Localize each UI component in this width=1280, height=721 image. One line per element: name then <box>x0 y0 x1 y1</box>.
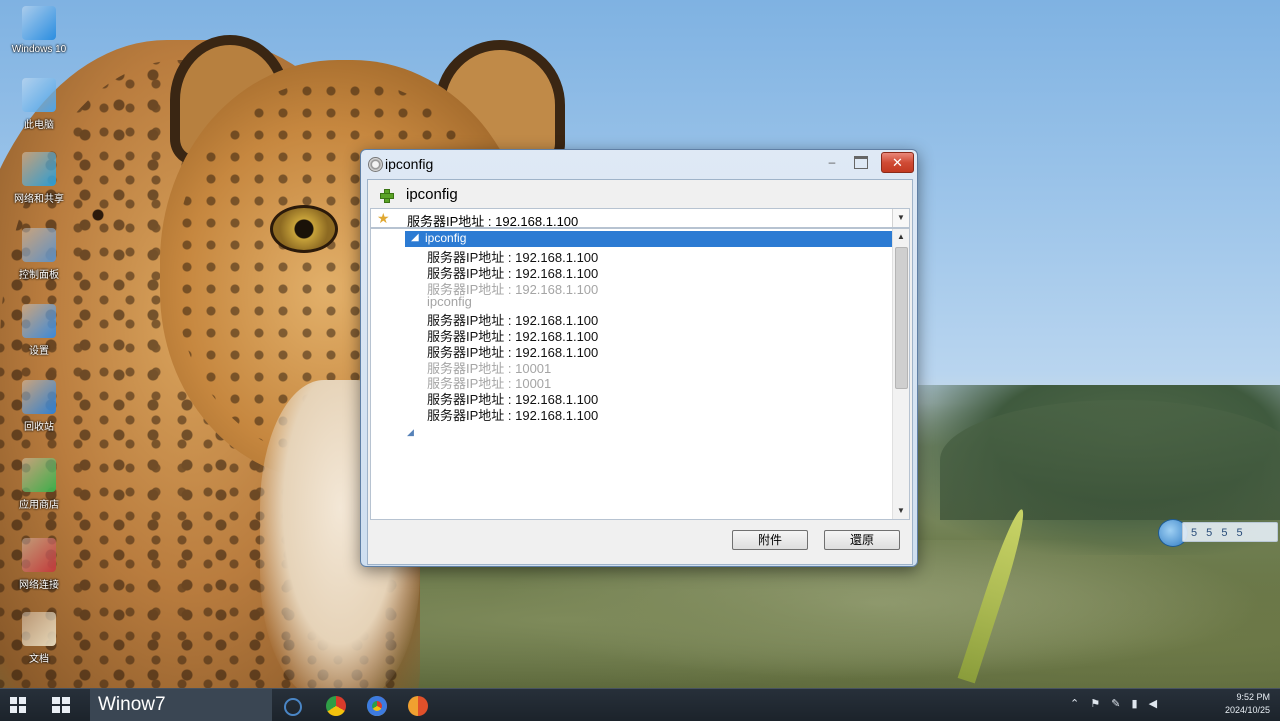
shortcut-icon <box>22 380 56 414</box>
server-ip-combo[interactable]: ★ 服务器IP地址 : 192.168.1.100 ▼ <box>370 208 910 229</box>
shortcut-icon <box>22 304 56 338</box>
ip-listbox[interactable]: ◢ ipconfig 服务器IP地址 : 192.168.1.100 服务器IP地… <box>370 228 910 520</box>
plus-icon <box>380 189 394 203</box>
list-item[interactable]: ipconfig <box>427 294 472 309</box>
desktop-icon-label: 此电脑 <box>24 120 54 131</box>
taskbar: Winow7 ⌃ ⚑ ✎ ▮ ◀ 9:52 PM 2024/10/25 <box>0 688 1280 721</box>
list-item[interactable]: 服务器IP地址 : 192.168.1.100 <box>427 405 598 424</box>
desktop-icon[interactable]: 回收站 <box>10 380 68 433</box>
close-button[interactable]: ✕ <box>881 152 914 173</box>
list-item-selected[interactable]: ◢ ipconfig <box>405 231 895 247</box>
search-icon[interactable] <box>284 698 302 716</box>
shortcut-icon <box>22 228 56 262</box>
app-icon <box>368 157 383 172</box>
shortcut-icon <box>22 78 56 112</box>
shortcut-icon <box>22 538 56 572</box>
shortcut-icon <box>22 612 56 646</box>
chevron-down-icon[interactable]: ▼ <box>892 209 909 227</box>
desktop-icon-label: 网络连接 <box>19 580 59 591</box>
clock-time: 9:52 PM <box>1236 692 1270 702</box>
attach-button[interactable]: 附件 <box>732 530 808 550</box>
scroll-thumb[interactable] <box>895 247 908 389</box>
dialog-titlebar[interactable]: ipconfig ‒ ✕ <box>361 150 917 178</box>
clock-date: 2024/10/25 <box>1224 705 1270 715</box>
desktop-icon-label: 控制面板 <box>19 270 59 281</box>
desktop-icon[interactable]: Windows 10 <box>10 6 68 55</box>
desktop-icon[interactable]: 此电脑 <box>10 78 68 131</box>
browser-icon[interactable] <box>408 696 428 716</box>
desktop-icon[interactable]: 文档 <box>10 612 68 665</box>
scroll-up-arrow-icon[interactable]: ▲ <box>893 229 909 245</box>
scroll-down-arrow-icon[interactable]: ▼ <box>893 503 909 519</box>
minimize-button[interactable]: ‒ <box>821 154 843 170</box>
header-label: ipconfig <box>406 186 458 203</box>
chrome-alt-icon[interactable] <box>367 696 387 716</box>
tree-end-icon: ◢ <box>407 427 414 437</box>
desktop-icon-label: 设置 <box>29 346 49 357</box>
taskbar-active-window[interactable]: Winow7 <box>90 689 272 721</box>
selected-item-label: ipconfig <box>425 231 467 245</box>
desktop-icon-label: 回收站 <box>24 422 54 433</box>
desktop-icon[interactable]: 设置 <box>10 304 68 357</box>
ipconfig-dialog: ipconfig ‒ ✕ ipconfig ★ 服务器IP地址 : 192.16… <box>360 149 918 567</box>
desktop-icon[interactable]: 应用商店 <box>10 458 68 511</box>
widget-text: 5 5 5 5 <box>1182 522 1278 542</box>
start-button[interactable] <box>10 697 26 713</box>
expand-caret-icon[interactable]: ◢ <box>411 232 419 243</box>
restore-button[interactable]: 還原 <box>824 530 900 550</box>
dialog-client-area: ipconfig ★ 服务器IP地址 : 192.168.1.100 ▼ ◢ i… <box>367 179 913 565</box>
desktop-icon[interactable]: 网络连接 <box>10 538 68 591</box>
windows-logo-icon[interactable] <box>52 697 70 713</box>
leopard-eye <box>270 205 338 253</box>
chrome-icon[interactable] <box>326 696 346 716</box>
shortcut-icon <box>22 6 56 40</box>
clock[interactable]: 9:52 PM 2024/10/25 <box>1198 691 1270 717</box>
desktop-icon[interactable]: 控制面板 <box>10 228 68 281</box>
side-widget[interactable]: 5 5 5 5 <box>1158 518 1278 547</box>
dialog-title: ipconfig <box>385 156 434 172</box>
desktop-icon-label: 应用商店 <box>19 500 59 511</box>
desktop-icon[interactable]: 网络和共享 <box>10 152 68 205</box>
hills-ridge <box>940 400 1280 520</box>
system-tray-icons[interactable]: ⌃ ⚑ ✎ ▮ ◀ <box>1070 697 1161 710</box>
maximize-icon <box>854 156 868 169</box>
star-icon: ★ <box>377 210 390 226</box>
maximize-button[interactable] <box>850 153 872 169</box>
shortcut-icon <box>22 152 56 186</box>
desktop-icon-label: 文档 <box>29 654 49 665</box>
vertical-scrollbar[interactable]: ▲ ▼ <box>892 229 909 519</box>
desktop-icon-label: 网络和共享 <box>14 194 64 205</box>
desktop-icon-label: Windows 10 <box>11 44 67 55</box>
shortcut-icon <box>22 458 56 492</box>
